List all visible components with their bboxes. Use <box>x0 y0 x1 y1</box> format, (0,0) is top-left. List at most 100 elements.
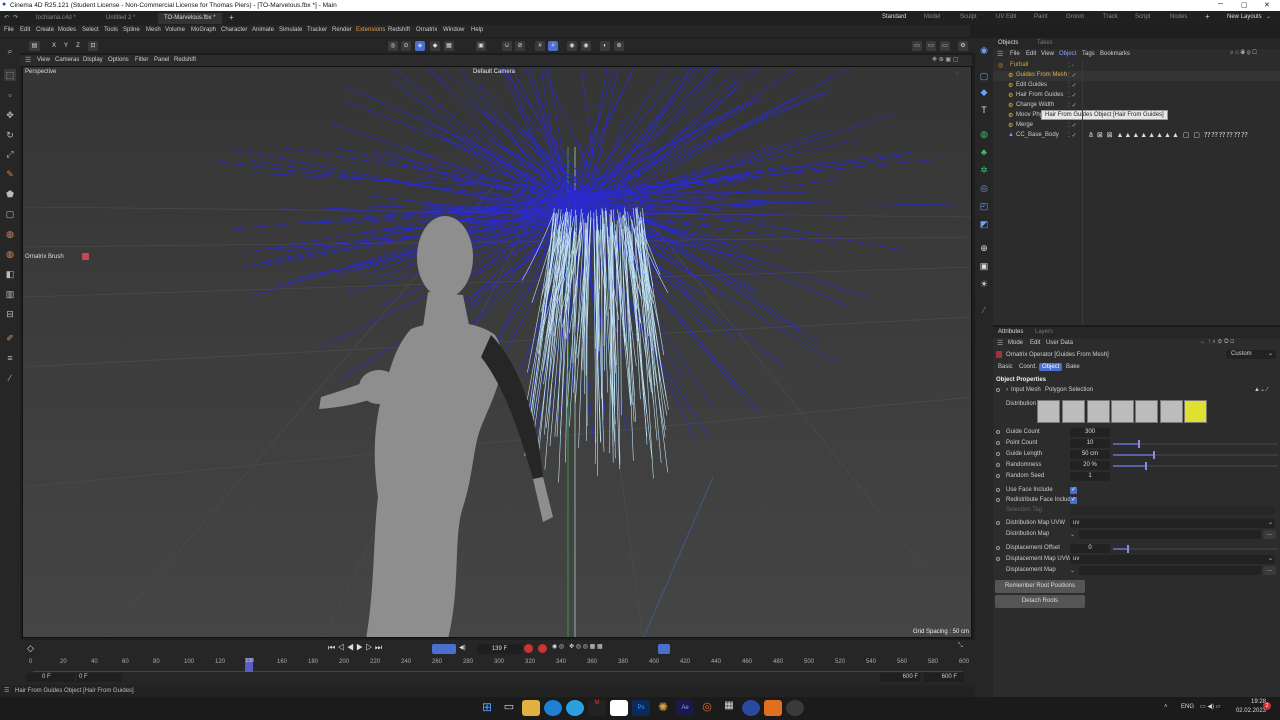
scale-tool-icon[interactable]: ⤢ <box>4 148 16 160</box>
render-region-icon[interactable]: ◉ <box>581 41 591 51</box>
app-m-icon[interactable]: M <box>588 700 606 716</box>
visibility-toggle-icon[interactable]: ⁚ ✓ <box>1068 122 1077 129</box>
keyframe-dot-icon[interactable] <box>996 430 1000 434</box>
rotate-tool-icon[interactable]: ↻ <box>4 129 16 141</box>
menu-select[interactable]: Select <box>82 27 99 33</box>
notification-badge[interactable]: 2 <box>1263 702 1271 710</box>
menu-edit[interactable]: Edit <box>20 27 30 33</box>
status-menu-icon[interactable]: ☰ <box>4 687 9 694</box>
c4d-active-icon[interactable] <box>786 700 804 716</box>
chevron-right-icon[interactable]: › <box>1006 387 1008 393</box>
minimize-icon[interactable]: ─ <box>1218 1 1223 8</box>
menu-mesh[interactable]: Mesh <box>146 27 161 33</box>
spline-icon[interactable]: ◩ <box>978 218 990 230</box>
picture-viewer-icon[interactable]: ▭ <box>912 41 922 51</box>
menu-ornatrix[interactable]: Ornatrix <box>416 27 437 33</box>
visibility-toggle-icon[interactable]: ⁚ ✓ <box>1068 132 1077 139</box>
visibility-toggle-icon[interactable]: ⁚ ✓ <box>1068 92 1077 99</box>
photoshop-icon[interactable]: Ps <box>632 700 650 716</box>
preset-dropdown[interactable]: Custom ⌄ <box>1226 350 1276 359</box>
visibility-toggle-icon[interactable]: ⁚ ✓ <box>1068 82 1077 89</box>
move-tool-icon[interactable]: ✥ <box>4 109 16 121</box>
redistribute-checkbox[interactable]: ✓ <box>1070 497 1077 504</box>
pick-icons[interactable]: ▲⌄ ∕ <box>1254 386 1268 393</box>
audio-icon[interactable]: ◀) <box>459 644 466 651</box>
workplane-icon[interactable]: # <box>548 41 558 51</box>
am-menu-edit[interactable]: Edit <box>1030 340 1040 346</box>
globe-icon[interactable]: ⊕ <box>978 242 990 254</box>
layer-icon[interactable]: ≡ <box>4 352 16 364</box>
viewport-menu-view[interactable]: View <box>37 57 50 63</box>
enable-axis-icon[interactable]: ⊘ <box>515 41 525 51</box>
3d-viewport[interactable]: Perspective Default Camera Ornatrix Brus… <box>22 66 972 638</box>
polygon-pen-icon[interactable]: ⬟ <box>4 188 16 200</box>
paint-icon[interactable]: ✐ <box>4 332 16 344</box>
object-row-furball[interactable]: ◎ Furball ⁚ ◦ <box>993 61 1280 71</box>
generator-icon[interactable]: ◍ <box>978 128 990 140</box>
am-menu-user-data[interactable]: User Data <box>1046 340 1073 346</box>
close-icon[interactable]: ✕ <box>1264 1 1270 9</box>
disp-map-field[interactable] <box>1079 566 1261 575</box>
om-menu-file[interactable]: File <box>1010 51 1020 57</box>
record-icon[interactable] <box>524 644 533 653</box>
grid-icon[interactable]: # <box>535 41 545 51</box>
layout-groom[interactable]: Groom <box>1066 14 1084 20</box>
light-icon[interactable]: ☀ <box>978 278 990 290</box>
render-to-picture-icon[interactable]: ⊛ <box>614 41 624 51</box>
visibility-toggle-icon[interactable]: ⁚ ◦ <box>1068 62 1074 69</box>
telegram-icon[interactable] <box>566 700 584 716</box>
language-indicator[interactable]: ENG <box>1181 704 1194 710</box>
weld-icon[interactable]: ⊟ <box>4 308 16 320</box>
disp-offset-field[interactable]: 0 <box>1070 544 1110 553</box>
uv-mode-icon[interactable]: ▦ <box>444 41 454 51</box>
cube-icon[interactable]: ▢ <box>978 70 990 82</box>
menu-render[interactable]: Render <box>332 27 352 33</box>
menu-simulate[interactable]: Simulate <box>279 27 302 33</box>
expand-timeline-icon[interactable]: ⤡ <box>958 643 963 650</box>
camera-icon[interactable]: ▣ <box>978 260 990 272</box>
distribution-random-face[interactable] <box>1160 400 1183 423</box>
keyframe-dot-icon[interactable] <box>996 557 1000 561</box>
om-menu-edit[interactable]: Edit <box>1026 51 1036 57</box>
menu-mograph[interactable]: MoGraph <box>191 27 216 33</box>
smooth-icon[interactable]: ◍ <box>4 248 16 260</box>
tab-layers[interactable]: Layers <box>1035 329 1053 335</box>
transport-icons[interactable]: ⏮ ◁ ◀ ▶ ▷ ⏭ <box>328 643 382 653</box>
primitive-cube-icon[interactable]: ◆ <box>978 86 990 98</box>
layout-standard[interactable]: Standard <box>882 14 906 20</box>
menu-volume[interactable]: Volume <box>165 27 185 33</box>
bridge-icon[interactable]: ▥ <box>4 288 16 300</box>
x-axis-toggle[interactable]: X <box>49 41 59 51</box>
timeline-ruler[interactable]: 0 20 40 60 80 100 120 160 180 200 220 240 260 280 300 3… <box>29 658 969 672</box>
viewport-menu-redshift[interactable]: Redshift <box>174 57 196 63</box>
doc-tab[interactable]: Untitled 2 * <box>100 13 141 24</box>
keyframe-icon[interactable]: ◇ <box>27 643 34 654</box>
keyframe-dot-icon[interactable] <box>996 474 1000 478</box>
om-menu-tags[interactable]: Tags <box>1082 51 1095 57</box>
keyframe-dot-icon[interactable] <box>996 498 1000 502</box>
new-tab-icon[interactable]: + <box>229 13 234 22</box>
detach-roots-button[interactable]: Detach Roots <box>995 595 1085 608</box>
brush-swatch[interactable] <box>82 253 89 260</box>
extrude-icon[interactable]: ▢ <box>4 208 16 220</box>
param-slider[interactable] <box>1113 451 1278 459</box>
input-mesh-value[interactable]: Polygon Selection <box>1045 387 1093 393</box>
gear-icon[interactable]: ✲ <box>978 164 990 176</box>
keyframe-dot-icon[interactable] <box>996 488 1000 492</box>
brush-icon[interactable]: ◍ <box>4 228 16 240</box>
select-tool-icon[interactable]: ⬚ <box>4 69 16 81</box>
menu-extensions[interactable]: Extensions <box>356 27 385 33</box>
live-selection-icon[interactable]: ▫ <box>4 89 16 101</box>
keyframe-dot-icon[interactable] <box>996 546 1000 550</box>
coordinate-system-icon[interactable]: ⊡ <box>88 41 98 51</box>
autokey-icon[interactable] <box>538 644 547 653</box>
disp-offset-slider[interactable] <box>1113 545 1278 553</box>
distribution-uniform[interactable] <box>1037 400 1060 423</box>
houdini-icon[interactable]: ◎ <box>698 700 716 716</box>
start-frame-field[interactable]: 0 F <box>27 673 75 682</box>
viewport-menu-options[interactable]: Options <box>108 57 129 63</box>
om-menu-bookmarks[interactable]: Bookmarks <box>1100 51 1130 57</box>
keyframe-dot-icon[interactable] <box>996 388 1000 392</box>
use-face-include-checkbox[interactable]: ✓ <box>1070 487 1077 494</box>
om-tool-icons[interactable]: ⌕ ⌂ ◉ ⊛ ▢ <box>1230 50 1257 57</box>
